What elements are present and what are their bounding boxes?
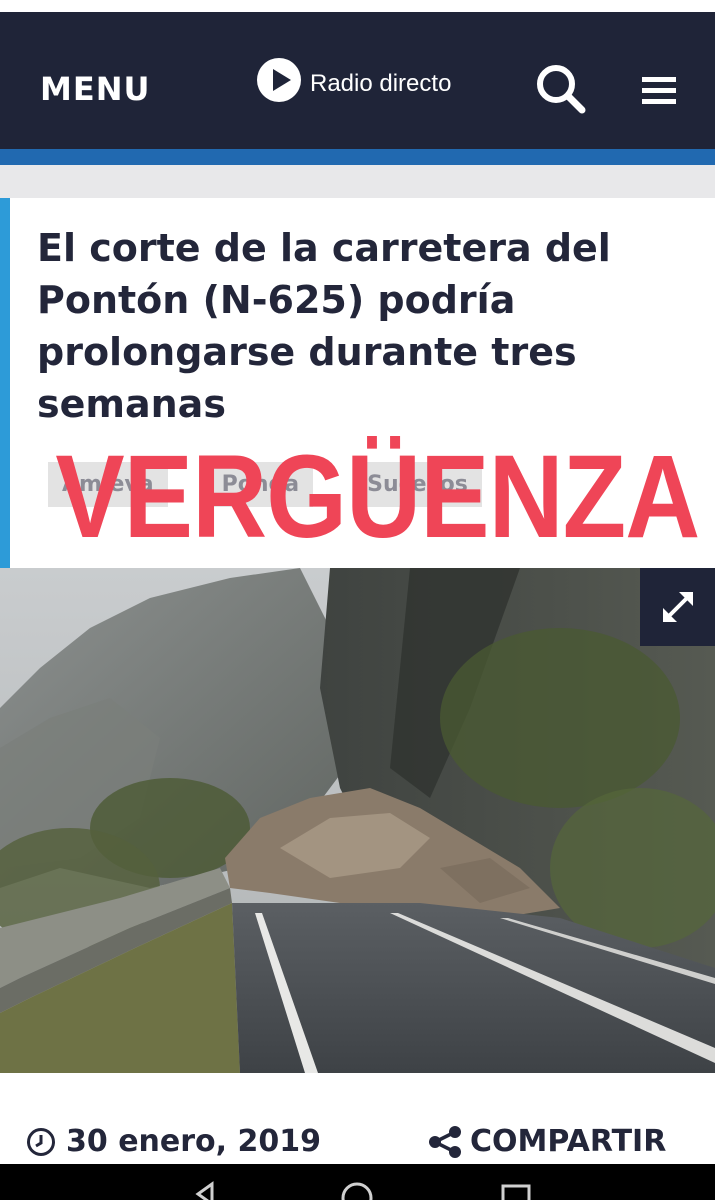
system-nav-icons — [195, 1181, 531, 1204]
status-area — [0, 0, 715, 12]
menu-button[interactable]: MENU — [40, 70, 150, 108]
search-icon[interactable] — [534, 62, 588, 116]
play-icon — [257, 58, 301, 102]
site-header: MENU Radio directo — [0, 12, 715, 149]
share-label: COMPARTIR — [470, 1124, 667, 1159]
overlay-text: VERGÜENZA — [55, 431, 700, 563]
publish-date: 30 enero, 2019 — [26, 1124, 321, 1159]
system-nav-bar — [0, 1164, 715, 1204]
radio-live-label: Radio directo — [310, 70, 452, 97]
home-icon — [341, 1182, 373, 1204]
content-gap — [0, 165, 715, 198]
expand-icon — [662, 592, 693, 622]
back-icon — [195, 1181, 214, 1204]
expand-image-button[interactable] — [640, 568, 715, 646]
landslide-photo — [0, 568, 715, 1073]
clock-icon — [27, 1127, 55, 1156]
share-button[interactable]: COMPARTIR — [428, 1124, 666, 1159]
article-accent-bar — [0, 198, 10, 568]
hamburger-icon[interactable] — [642, 76, 676, 106]
article-title[interactable]: El corte de la carretera del Pontón (N-6… — [37, 222, 677, 430]
article-photo[interactable] — [0, 568, 715, 1073]
header-accent-bar — [0, 149, 715, 165]
publish-date-text: 30 enero, 2019 — [66, 1124, 321, 1159]
radio-live-button[interactable]: Radio directo — [256, 52, 451, 108]
recents-icon — [501, 1184, 531, 1204]
share-icon — [429, 1125, 461, 1158]
